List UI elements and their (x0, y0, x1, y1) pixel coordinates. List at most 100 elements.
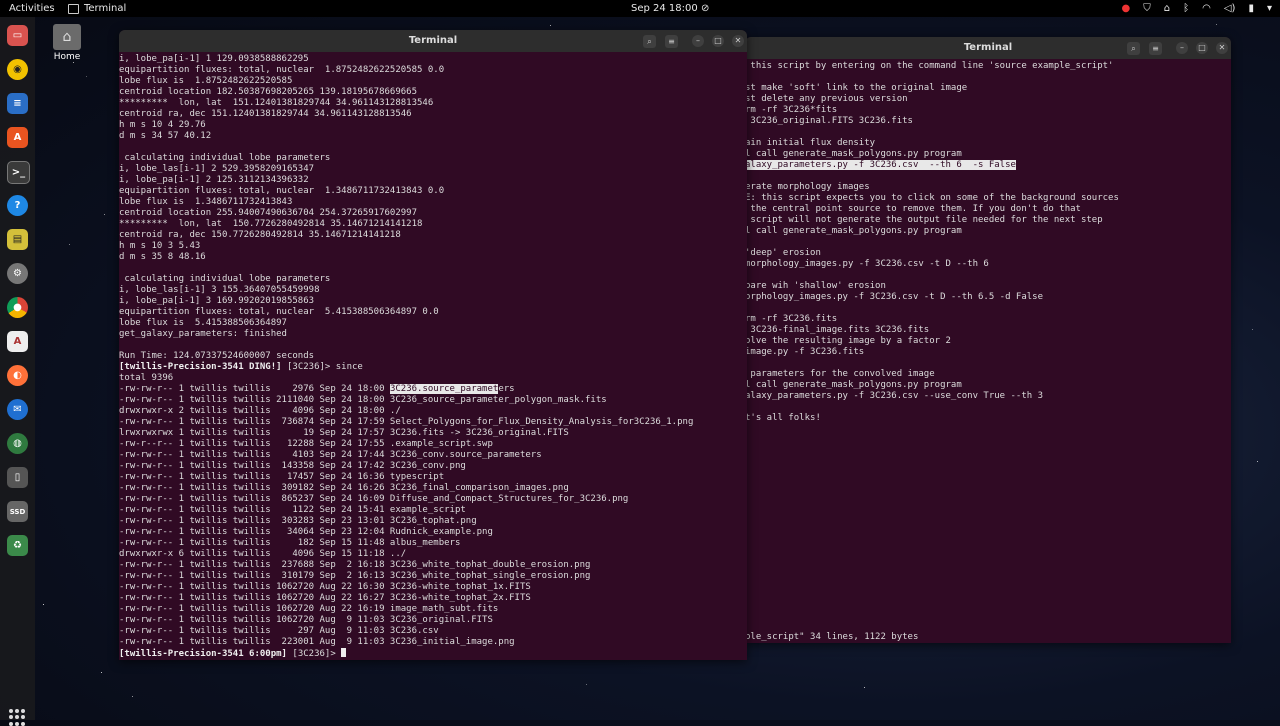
listing-row: -rw-rw-r-- 1 twillis twillis 1062720 Aug… (119, 593, 531, 603)
terminal-output[interactable]: this script by entering on the command l… (745, 59, 1231, 643)
command-prompt-line: [twillis-Precision-3541 DING!] [3C236]> … (119, 362, 363, 372)
terminal-window-right[interactable]: Terminal ⌕ ≡ – □ ✕ this script by enteri… (745, 37, 1231, 643)
script-line: l call generate_mask_polygons.py program (745, 149, 962, 159)
shield-icon: ⛉ (1143, 3, 1151, 14)
output-line: calculating individual lobe parameters (119, 274, 331, 284)
settings-icon[interactable]: ⚙ (7, 263, 28, 284)
minimize-icon[interactable]: – (1176, 42, 1188, 54)
activities-button[interactable]: Activities (9, 0, 55, 17)
output-line: calculating individual lobe parameters (119, 153, 331, 163)
script-line: ain initial flux density (745, 138, 876, 148)
menu-icon[interactable]: ≡ (1149, 42, 1162, 55)
star (550, 25, 551, 26)
software-icon[interactable]: A (7, 127, 28, 148)
script-line: orphology_images.py -f 3C236.csv -t D --… (745, 292, 1044, 302)
star (1216, 24, 1217, 25)
star (86, 76, 87, 77)
home-folder-label: Home (53, 52, 81, 62)
folder-icon: ⌂ (53, 24, 81, 50)
maximize-icon[interactable]: □ (712, 35, 724, 47)
listing-row: -rw-rw-r-- 1 twillis twillis 2111040 Sep… (119, 395, 607, 405)
search-icon[interactable]: ⌕ (643, 35, 656, 48)
listing-row: -rw-rw-r-- 1 twillis twillis 310179 Sep … (119, 571, 591, 581)
thunderbird-icon[interactable]: ✉ (7, 399, 28, 420)
output-line: centroid location 182.50387698205265 139… (119, 87, 418, 97)
calc-icon[interactable]: ▤ (7, 229, 28, 250)
clock-label: Sep 24 18:00 (631, 3, 698, 14)
app-menu[interactable]: Terminal (68, 0, 126, 17)
text-cursor (341, 648, 347, 657)
terminal-window-left[interactable]: Terminal ⌕ ≡ – □ ✕ i, lobe_pa[i-1] 1 129… (119, 30, 747, 660)
trash-icon[interactable]: ♻ (7, 535, 28, 556)
script-line (745, 402, 1231, 413)
close-icon[interactable]: ✕ (1216, 42, 1228, 54)
bluetooth-icon: ᛒ (1183, 3, 1190, 14)
script-line: t's all folks! (745, 413, 821, 423)
dictionary-icon[interactable]: A (7, 331, 28, 352)
close-icon[interactable]: ✕ (732, 35, 744, 47)
maximize-icon[interactable]: □ (1196, 42, 1208, 54)
system-tray[interactable]: ● ⛉ ⌂ ᛒ ◠ ◁) ▮ ▾ (1122, 0, 1272, 17)
output-line: Run Time: 124.07337524600007 seconds (119, 351, 315, 361)
script-line: 'deep' erosion (745, 248, 821, 258)
chrome-icon[interactable]: ● (7, 297, 28, 318)
output-line: get_galaxy_parameters: finished (119, 329, 287, 339)
terminal-output[interactable]: i, lobe_pa[i-1] 1 129.0938588862295 equip… (119, 52, 747, 660)
terminal-icon[interactable]: >_ (7, 161, 30, 184)
clock[interactable]: Sep 24 18:00 ⊘ (631, 0, 709, 17)
output-line: lobe flux is 1.8752482622520585 (119, 76, 293, 86)
search-icon[interactable]: ⌕ (1127, 42, 1140, 55)
record-icon: ● (1121, 3, 1131, 14)
output-line: centroid ra, dec 151.12401381829744 34.9… (119, 109, 412, 119)
star (43, 604, 44, 605)
dock: ▭ ◉ ≡ A >_ ? ▤ ⚙ ● A ◐ ✉ ◍ ▯ SSD ♻ (0, 17, 35, 726)
menu-icon[interactable]: ≡ (665, 35, 678, 48)
firefox-icon[interactable]: ◐ (7, 365, 28, 386)
show-apps-icon[interactable] (9, 709, 26, 726)
active-prompt-line[interactable]: [twillis-Precision-3541 6:00pm] [3C236]> (119, 648, 747, 659)
window-title: Terminal (963, 42, 1013, 53)
titlebar[interactable]: Terminal ⌕ ≡ – □ ✕ (745, 37, 1231, 59)
listing-row: -rw-rw-r-- 1 twillis twillis 865237 Sep … (119, 494, 629, 504)
listing-row: drwxrwxr-x 6 twillis twillis 4096 Sep 15… (119, 549, 407, 559)
home-icon: ⌂ (1163, 3, 1171, 14)
output-line: h m s 10 4 29.76 (119, 120, 206, 130)
home-folder[interactable]: ⌂ Home (52, 24, 82, 62)
titlebar[interactable]: Terminal ⌕ ≡ – □ ✕ (119, 30, 747, 52)
output-line: lobe flux is 1.3486711732413843 (119, 197, 293, 207)
listing-row: -rw-rw-r-- 1 twillis twillis 17457 Sep 2… (119, 472, 445, 482)
usb-drive-icon[interactable]: ▯ (7, 467, 28, 488)
star (104, 214, 105, 215)
total-line: total 9396 (119, 373, 174, 383)
wifi-icon: ◠ (1202, 3, 1211, 14)
script-line: erate morphology images (745, 182, 870, 192)
help-icon[interactable]: ? (7, 195, 28, 216)
writer-icon[interactable]: ≡ (7, 93, 28, 114)
script-line: parameters for the convolved image (745, 369, 935, 379)
listing-row: -rw-rw-r-- 1 twillis twillis 297 Aug 9 1… (119, 626, 439, 636)
script-line: 3C236-final_image.fits 3C236.fits (745, 325, 930, 335)
rhythmbox-icon[interactable]: ◉ (7, 59, 28, 80)
output-line: i, lobe_pa[i-1] 2 125.3112134396332 (119, 175, 309, 185)
minimize-icon[interactable]: – (692, 35, 704, 47)
script-line (745, 127, 1231, 138)
script-line (745, 358, 1231, 369)
files-icon[interactable]: ▭ (7, 25, 28, 46)
script-line: l call generate_mask_polygons.py program (745, 380, 962, 390)
ssd-drive-icon[interactable]: SSD (7, 501, 28, 522)
vim-status-line: ple_script" 34 lines, 1122 bytes (745, 632, 919, 642)
script-line: alaxy_parameters.py -f 3C236.csv --use_c… (745, 391, 1044, 401)
script-line (745, 303, 1231, 314)
output-line: i, lobe_las[i-1] 2 529.3958209165347 (119, 164, 315, 174)
output-line: ********* lon, lat 150.7726280492814 35.… (119, 219, 423, 229)
star (73, 62, 74, 63)
script-line (745, 171, 1231, 182)
listing-rows: -rw-rw-r-- 1 twillis twillis 2111040 Sep… (119, 395, 747, 648)
window-title: Terminal (408, 35, 458, 46)
listing-row: drwxrwxr-x 2 twillis twillis 4096 Sep 24… (119, 406, 401, 416)
output-lines-top: i, lobe_pa[i-1] 1 129.0938588862295 equip… (119, 54, 747, 362)
globe-icon[interactable]: ◍ (7, 433, 28, 454)
listing-row: lrwxrwxrwx 1 twillis twillis 19 Sep 24 1… (119, 428, 569, 438)
